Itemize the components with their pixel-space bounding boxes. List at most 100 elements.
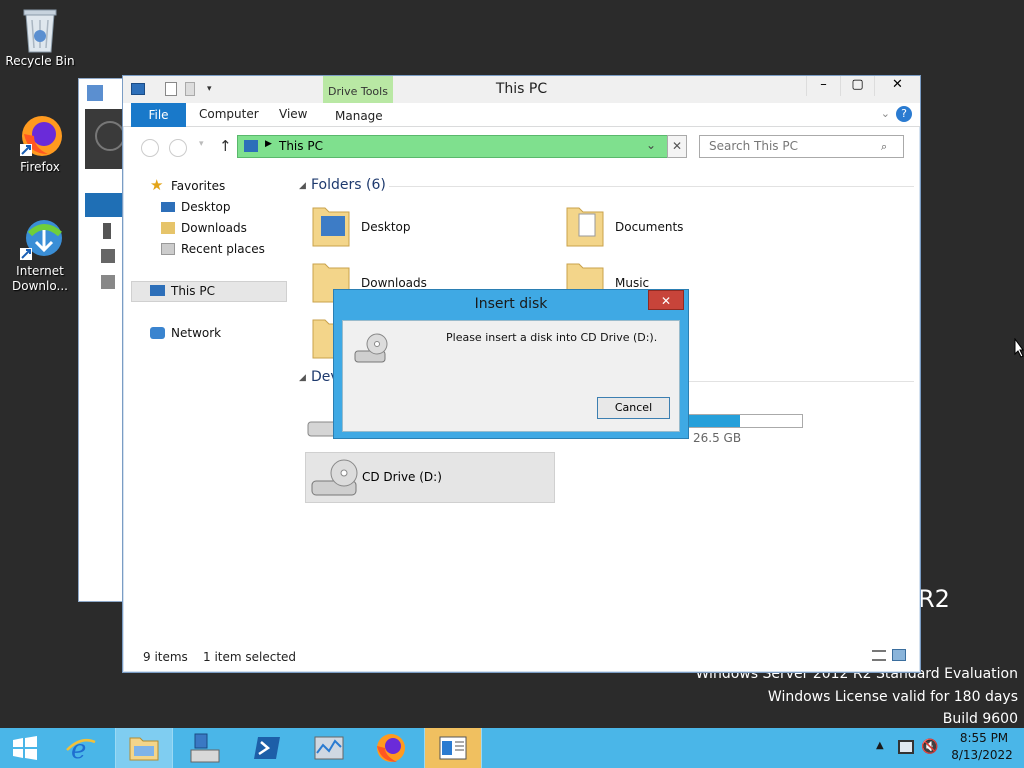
help-icon[interactable]: ?: [896, 106, 912, 122]
volume-muted-icon[interactable]: 🔇: [921, 739, 938, 755]
cd-drive-icon: [310, 457, 360, 499]
file-explorer-icon: [129, 737, 159, 761]
desktop-icon-recycle-bin[interactable]: Recycle Bin: [0, 6, 80, 69]
folder-documents-icon[interactable]: [565, 202, 604, 247]
all-servers-icon[interactable]: [101, 249, 115, 263]
folder-music-label[interactable]: Music: [615, 276, 649, 290]
local-disk-free-space: 26.5 GB: [693, 431, 742, 445]
firefox-icon: [18, 112, 62, 156]
nav-downloads[interactable]: Downloads: [181, 218, 247, 238]
watermark-r2: R2: [918, 585, 950, 613]
clear-address-button[interactable]: ✕: [667, 135, 687, 158]
taskbar-internet-explorer[interactable]: e: [52, 728, 110, 768]
ribbon-expand-icon[interactable]: ⌄: [881, 107, 890, 120]
navigation-pane: ★ Favorites Desktop Downloads Recent pla…: [131, 176, 289, 642]
nav-network[interactable]: Network: [171, 323, 221, 343]
folder-documents-label[interactable]: Documents: [615, 220, 683, 234]
address-text: This PC: [279, 139, 323, 153]
idm-label: Internet Downlo...: [12, 264, 68, 293]
window-title: This PC: [495, 81, 548, 97]
watermark-line3: Build 9600: [942, 711, 1018, 727]
cd-drive-dialog-icon: [353, 331, 389, 365]
recent-locations-icon[interactable]: ▾: [199, 139, 204, 149]
breadcrumb-chevron-icon[interactable]: ▶: [265, 139, 272, 149]
powershell-icon: [254, 737, 280, 759]
back-button[interactable]: [141, 139, 159, 157]
search-input[interactable]: Search This PC: [699, 135, 904, 158]
background-window[interactable]: [78, 78, 129, 602]
folder-desktop-icon[interactable]: [311, 202, 350, 247]
taskbar-server-manager[interactable]: [176, 728, 234, 768]
large-icons-view-icon[interactable]: [892, 649, 906, 661]
network-nav-icon: [150, 327, 165, 339]
close-button[interactable]: ✕: [874, 76, 920, 96]
insert-disk-dialog[interactable]: Insert disk ✕ Please insert a disk into …: [333, 289, 689, 439]
status-item-count: 9 items: [143, 650, 188, 664]
clock-date[interactable]: 8/13/2022: [950, 748, 1014, 762]
file-services-icon[interactable]: [101, 275, 115, 289]
control-panel-icon: [439, 736, 467, 760]
downloads-nav-icon: [161, 222, 175, 234]
clock-time[interactable]: 8:55 PM: [954, 731, 1014, 745]
up-button[interactable]: ↑: [219, 137, 232, 155]
watermark-line2: Windows License valid for 180 days: [767, 689, 1018, 705]
folders-divider: [389, 186, 914, 187]
dialog-message: Please insert a disk into CD Drive (D:).: [446, 331, 658, 344]
search-icon: ⌕: [881, 140, 888, 153]
server-manager-icon: [190, 733, 220, 763]
background-window-icon: [87, 85, 103, 101]
this-pc-nav-icon: [150, 285, 165, 296]
tab-view[interactable]: View: [279, 107, 307, 121]
taskbar-active-app[interactable]: [424, 728, 482, 768]
forward-button[interactable]: [169, 139, 187, 157]
nav-favorites[interactable]: Favorites: [171, 176, 225, 196]
tab-file[interactable]: File: [131, 103, 186, 127]
recycle-bin-icon: [18, 6, 62, 53]
firefox-label: Firefox: [20, 160, 60, 174]
folders-header[interactable]: Folders (6): [311, 177, 386, 193]
devices-collapse-icon[interactable]: ◢: [299, 373, 306, 383]
details-view-icon[interactable]: [872, 650, 886, 661]
address-dropdown-icon[interactable]: ⌄: [646, 138, 656, 152]
desktop-nav-icon: [161, 202, 175, 212]
recycle-bin-label: Recycle Bin: [5, 54, 75, 68]
nav-this-pc[interactable]: This PC: [171, 281, 215, 301]
tab-computer[interactable]: Computer: [199, 107, 259, 121]
tab-manage[interactable]: Manage: [335, 109, 383, 123]
status-bar: 9 items 1 item selected: [123, 642, 920, 672]
network-tray-icon[interactable]: [898, 740, 914, 754]
folders-collapse-icon[interactable]: ◢: [299, 181, 306, 191]
folder-desktop-label[interactable]: Desktop: [361, 220, 411, 234]
title-bar[interactable]: ▾ Drive Tools This PC – ▢ ✕: [123, 76, 920, 103]
recent-places-nav-icon: [161, 243, 175, 255]
local-server-icon[interactable]: [103, 223, 111, 239]
dialog-cancel-button[interactable]: Cancel: [597, 397, 670, 419]
taskbar-file-explorer[interactable]: [115, 728, 173, 768]
nav-recent-places[interactable]: Recent places: [181, 239, 265, 259]
windows-logo-icon: [13, 736, 37, 760]
nav-desktop[interactable]: Desktop: [181, 197, 231, 217]
start-button[interactable]: [0, 728, 50, 768]
folder-downloads-label[interactable]: Downloads: [361, 276, 427, 290]
taskbar-network-app[interactable]: [300, 728, 358, 768]
dialog-body: Please insert a disk into CD Drive (D:).…: [342, 320, 680, 432]
taskbar: e ▲ 🔇 8:55 PM 8/13/2022: [0, 728, 1024, 768]
taskbar-firefox[interactable]: [362, 728, 420, 768]
dialog-close-button[interactable]: ✕: [648, 290, 684, 310]
local-disk-usage-fill: [680, 415, 740, 427]
ribbon-tabs: File Computer View Manage ⌄ ?: [123, 103, 920, 127]
address-bar[interactable]: ▶ This PC ⌄: [237, 135, 687, 158]
minimize-button[interactable]: –: [806, 76, 840, 96]
dialog-title: Insert disk: [474, 296, 548, 312]
desktop-icon-internet-download-manager[interactable]: Internet Downlo...: [0, 216, 80, 294]
address-pc-icon: [244, 140, 258, 152]
desktop-icon-firefox[interactable]: Firefox: [0, 112, 80, 175]
local-disk-usage-bar: [679, 414, 803, 428]
status-selection: 1 item selected: [203, 650, 297, 664]
show-hidden-icons-icon[interactable]: ▲: [876, 740, 884, 751]
maximize-button[interactable]: ▢: [840, 76, 874, 96]
firefox-taskbar-icon: [377, 734, 405, 762]
taskbar-powershell[interactable]: [238, 728, 296, 768]
cd-drive-item[interactable]: CD Drive (D:): [305, 452, 555, 503]
network-monitor-icon: [314, 736, 344, 760]
